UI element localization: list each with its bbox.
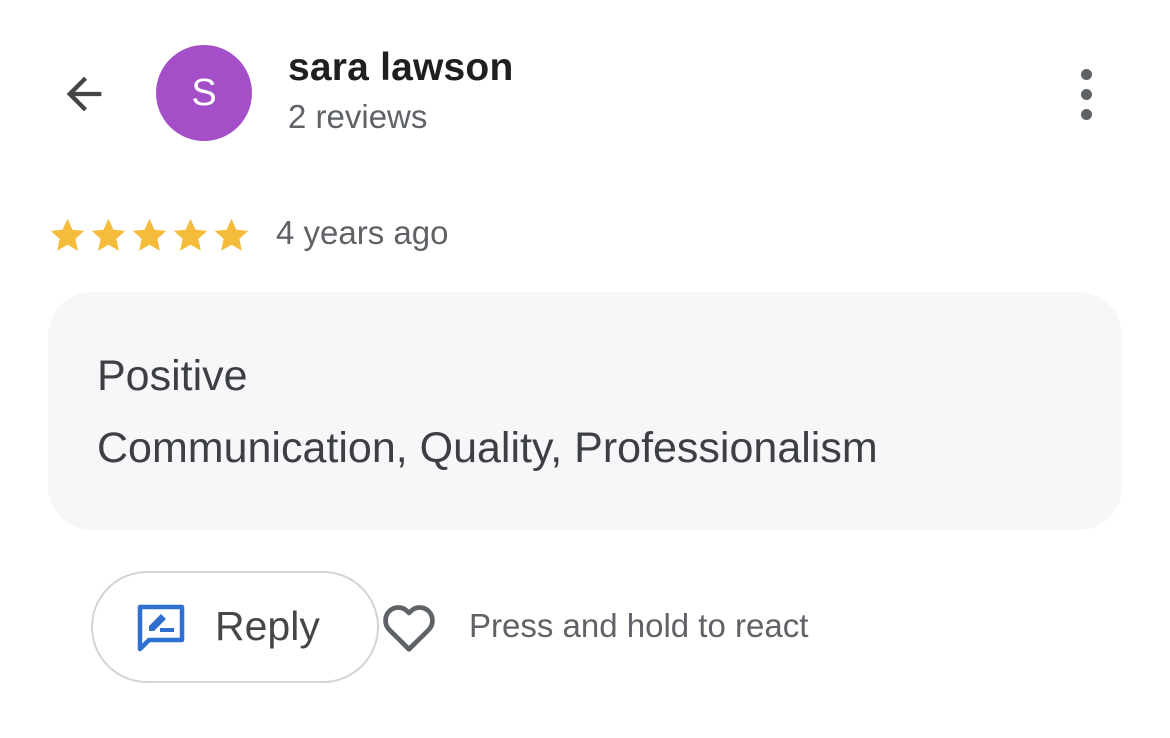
star-icon: [173, 218, 208, 251]
star-rating: [47, 213, 252, 257]
avatar-initial: S: [191, 71, 217, 114]
reply-edit-icon: [137, 604, 185, 652]
reviewer-name[interactable]: sara lawson: [288, 46, 513, 90]
star-icon: [50, 218, 85, 251]
avatar[interactable]: S: [156, 45, 252, 141]
react-button[interactable]: [376, 596, 442, 660]
arrow-left-icon: [66, 76, 102, 112]
review-attributes-card: [48, 292, 1122, 530]
star-icon: [132, 218, 167, 251]
attributes-heading: Positive: [97, 352, 248, 400]
reply-label: Reply: [215, 603, 320, 649]
back-button[interactable]: [52, 62, 116, 126]
star-icon: [91, 218, 126, 251]
review-detail-page: S sara lawson 2 reviews 4 years ago Posi…: [0, 0, 1170, 738]
reply-button[interactable]: Reply: [91, 571, 379, 683]
attributes-values: Communication, Quality, Professionalism: [97, 424, 878, 472]
more-vert-icon: [1080, 68, 1092, 120]
more-options-button[interactable]: [1058, 62, 1114, 126]
react-hint: Press and hold to react: [469, 607, 809, 644]
heart-outline-icon: [383, 605, 435, 652]
review-time: 4 years ago: [276, 214, 449, 251]
star-icon: [214, 218, 249, 251]
review-count: 2 reviews: [288, 98, 428, 135]
